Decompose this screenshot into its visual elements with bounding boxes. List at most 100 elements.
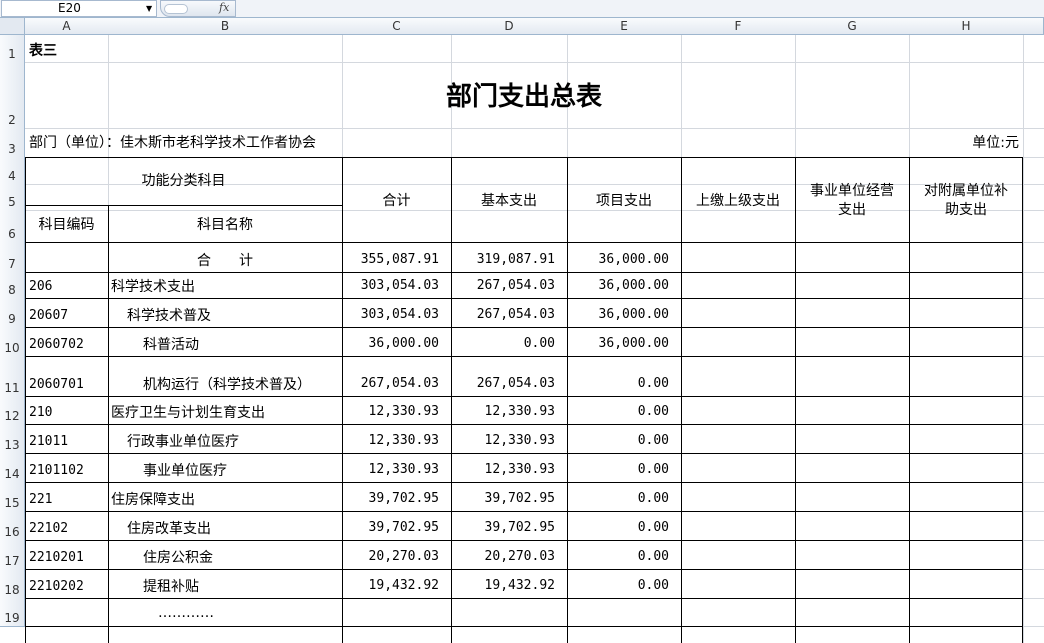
row-basic-cell[interactable]: 267,054.03 (451, 376, 555, 391)
row-project-cell[interactable]: 36,000.00 (567, 252, 669, 267)
row-project-cell[interactable]: 36,000.00 (567, 307, 669, 322)
row-project-cell[interactable]: 0.00 (567, 491, 669, 506)
header-business-l2[interactable]: 支出 (795, 201, 909, 219)
row-code-cell[interactable]: 20607 (29, 307, 68, 325)
name-box-dropdown-icon[interactable]: ▼ (146, 1, 152, 16)
unit-cell[interactable]: 单位:元 (909, 134, 1019, 152)
header-total[interactable]: 合计 (342, 192, 451, 210)
row-total-cell[interactable]: 355,087.91 (342, 252, 439, 267)
header-business-l1[interactable]: 事业单位经营 (795, 182, 909, 200)
column-header-c[interactable]: C (342, 18, 452, 35)
row-total-cell[interactable]: 303,054.03 (342, 278, 439, 293)
row-code-cell[interactable]: 21011 (29, 433, 68, 451)
row-basic-cell[interactable]: 19,432.92 (451, 578, 555, 593)
row-project-cell[interactable]: 0.00 (567, 520, 669, 535)
row-header-9[interactable]: 9 (0, 298, 25, 328)
row-basic-cell[interactable]: 39,702.95 (451, 491, 555, 506)
column-header-overflow[interactable] (1023, 18, 1044, 35)
row-header-16[interactable]: 16 (0, 511, 25, 541)
row-project-cell[interactable]: 0.00 (567, 376, 669, 391)
row-project-cell[interactable]: 36,000.00 (567, 336, 669, 351)
column-header-d[interactable]: D (451, 18, 568, 35)
select-all-corner[interactable] (0, 18, 25, 35)
row-name-cell[interactable]: 行政事业单位医疗 (127, 433, 239, 451)
column-header-h[interactable]: H (909, 18, 1024, 35)
row-name-cell[interactable]: 事业单位医疗 (143, 462, 227, 480)
row-total-cell[interactable]: 303,054.03 (342, 307, 439, 322)
row-basic-cell[interactable]: 267,054.03 (451, 307, 555, 322)
header-upper[interactable]: 上缴上级支出 (681, 192, 795, 210)
row-total-cell[interactable]: 12,330.93 (342, 462, 439, 477)
row-code-cell[interactable]: 221 (29, 491, 52, 509)
row-name-cell[interactable]: 科普活动 (143, 336, 199, 354)
row-code-cell[interactable]: 206 (29, 278, 52, 296)
row-code-cell[interactable]: 2060701 (29, 376, 84, 394)
header-project[interactable]: 项目支出 (567, 192, 681, 210)
row-total-cell[interactable]: 12,330.93 (342, 404, 439, 419)
row-project-cell[interactable]: 0.00 (567, 404, 669, 419)
row-code-cell[interactable]: 210 (29, 404, 52, 422)
column-header-b[interactable]: B (108, 18, 343, 35)
row-header-11[interactable]: 11 (0, 356, 25, 397)
row-header-8[interactable]: 8 (0, 272, 25, 299)
row-name-cell[interactable]: 科学技术普及 (127, 307, 211, 325)
row-total-cell[interactable]: 39,702.95 (342, 491, 439, 506)
insert-function-icon[interactable]: fx (219, 1, 229, 14)
row-name-cell[interactable]: 医疗卫生与计划生育支出 (111, 404, 265, 422)
name-box[interactable]: E20 ▼ (1, 0, 157, 17)
header-subsidy-l1[interactable]: 对附属单位补 (909, 182, 1023, 200)
row-header-14[interactable]: 14 (0, 453, 25, 483)
column-header-e[interactable]: E (567, 18, 682, 35)
row-name-cell[interactable]: 科学技术支出 (111, 278, 195, 296)
row-header-12[interactable]: 12 (0, 396, 25, 425)
row-total-cell[interactable]: 39,702.95 (342, 520, 439, 535)
row-total-cell[interactable]: 36,000.00 (342, 336, 439, 351)
row-total-cell[interactable]: 267,054.03 (342, 376, 439, 391)
row-code-cell[interactable]: 2101102 (29, 462, 84, 480)
row-header-15[interactable]: 15 (0, 482, 25, 512)
row-header-17[interactable]: 17 (0, 540, 25, 570)
header-name[interactable]: 科目名称 (108, 216, 342, 234)
row-header-1[interactable]: 1 (0, 35, 25, 63)
row-basic-cell[interactable]: 20,270.03 (451, 549, 555, 564)
row-header-19[interactable]: 19 (0, 598, 25, 627)
row-basic-cell[interactable]: 0.00 (451, 336, 555, 351)
row-basic-cell[interactable]: 267,054.03 (451, 278, 555, 293)
row-code-cell[interactable]: 22102 (29, 520, 68, 538)
row-basic-cell[interactable]: 12,330.93 (451, 433, 555, 448)
column-header-g[interactable]: G (795, 18, 910, 35)
row-name-cell[interactable]: 住房公积金 (143, 549, 213, 567)
header-basic[interactable]: 基本支出 (451, 192, 567, 210)
row-project-cell[interactable]: 0.00 (567, 578, 669, 593)
row-header-18[interactable]: 18 (0, 569, 25, 599)
row-name-cell[interactable]: 合 计 (108, 252, 342, 270)
row-header-4[interactable]: 4 (0, 157, 25, 185)
sheet-title-cell[interactable]: 部门支出总表 (25, 82, 1023, 112)
formula-expand-handle[interactable] (164, 4, 188, 14)
row-basic-cell[interactable]: 39,702.95 (451, 520, 555, 535)
row-project-cell[interactable]: 0.00 (567, 433, 669, 448)
row-header-2[interactable]: 2 (0, 62, 25, 129)
row-name-cell[interactable]: 住房保障支出 (111, 491, 195, 509)
row-header-7[interactable]: 7 (0, 242, 25, 273)
row-code-cell[interactable]: 2060702 (29, 336, 84, 354)
department-cell[interactable]: 部门（单位）：佳木斯市老科学技术工作者协会 (29, 134, 316, 152)
row-code-cell[interactable]: 2210202 (29, 578, 84, 596)
row-name-cell[interactable]: 机构运行（科学技术普及） (143, 376, 311, 394)
row-code-cell[interactable]: 2210201 (29, 549, 84, 567)
header-code[interactable]: 科目编码 (25, 216, 108, 234)
row-header-10[interactable]: 10 (0, 327, 25, 357)
row-basic-cell[interactable]: 319,087.91 (451, 252, 555, 267)
row-header-6[interactable]: 6 (0, 210, 25, 243)
column-header-a[interactable]: A (25, 18, 109, 35)
header-subsidy-l2[interactable]: 助支出 (909, 201, 1023, 219)
row-basic-cell[interactable]: 12,330.93 (451, 404, 555, 419)
row-project-cell[interactable]: 0.00 (567, 549, 669, 564)
table-label-cell[interactable]: 表三 (29, 42, 57, 60)
row-total-cell[interactable]: 19,432.92 (342, 578, 439, 593)
header-func-class[interactable]: 功能分类科目 (25, 172, 342, 190)
row-name-cell[interactable]: 住房改革支出 (127, 520, 211, 538)
column-header-f[interactable]: F (681, 18, 796, 35)
row-header-3[interactable]: 3 (0, 128, 25, 158)
row-header-5[interactable]: 5 (0, 184, 25, 211)
